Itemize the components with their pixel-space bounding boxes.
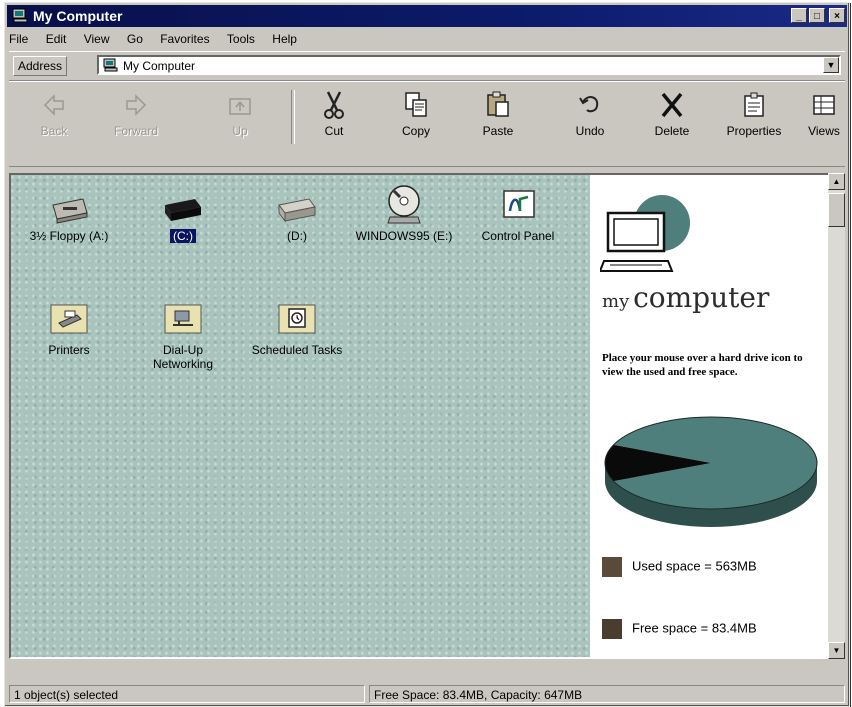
address-dropdown-button[interactable]: ▼ <box>823 57 839 73</box>
toolbar-separator <box>291 90 295 144</box>
control-panel-icon <box>503 190 535 218</box>
floppy-drive-item[interactable]: 3½ Floppy (A:) <box>19 189 119 243</box>
properties-button[interactable]: Properties <box>719 88 789 146</box>
panel-description: Place your mouse over a hard drive icon … <box>602 352 803 378</box>
menu-favorites[interactable]: Favorites <box>160 30 209 46</box>
paste-button[interactable]: Paste <box>463 88 533 146</box>
scheduled-tasks-item[interactable]: Scheduled Tasks <box>247 299 347 357</box>
status-bar: 1 object(s) selected Free Space: 83.4MB,… <box>9 683 845 703</box>
floppy-drive-icon <box>52 198 88 224</box>
my-computer-icon <box>12 8 28 23</box>
close-button[interactable]: × <box>829 8 845 23</box>
free-space-swatch <box>602 619 622 639</box>
scroll-down-button[interactable]: ▼ <box>828 642 845 659</box>
menu-bar: File Edit View Go Favorites Tools Help <box>9 30 845 50</box>
views-label: Views <box>808 124 840 138</box>
d-drive-item[interactable]: (D:) <box>247 189 347 243</box>
window-title: My Computer <box>33 8 123 24</box>
cut-button[interactable]: Cut <box>299 88 369 146</box>
used-space-swatch <box>602 557 622 577</box>
maximize-button[interactable]: □ <box>809 8 825 23</box>
status-disk-info: Free Space: 83.4MB, Capacity: 647MB <box>369 685 845 703</box>
printers-item[interactable]: Printers <box>19 299 119 357</box>
c-drive-label: (C:) <box>170 229 196 243</box>
used-space-legend: Used space = 563MB <box>602 557 757 577</box>
panel-title-big: computer <box>633 281 770 314</box>
address-bar: Address My Computer ▼ <box>9 51 845 81</box>
dialup-networking-label: Dial-Up Networking <box>152 343 214 371</box>
dialup-networking-item[interactable]: Dial-Up Networking <box>133 299 233 371</box>
back-arrow-icon <box>43 94 64 116</box>
back-label: Back <box>40 124 68 138</box>
my-computer-window: My Computer _ □ × File Edit View Go Favo… <box>4 2 850 707</box>
hard-drive-icon <box>165 199 201 221</box>
up-folder-icon <box>229 98 251 115</box>
back-button[interactable]: Back <box>19 88 89 146</box>
minimize-button[interactable]: _ <box>791 8 807 23</box>
address-field[interactable]: My Computer ▼ <box>97 55 841 75</box>
d-drive-label: (D:) <box>287 229 307 243</box>
menu-go[interactable]: Go <box>127 30 143 46</box>
info-panel: my computer Place your mouse over a hard… <box>590 175 828 657</box>
panel-title: my computer <box>602 281 769 314</box>
free-space-legend: Free space = 83.4MB <box>602 619 757 639</box>
c-drive-item[interactable]: (C:) <box>133 189 233 243</box>
printer-folder-icon <box>50 304 88 334</box>
cd-drive-item[interactable]: WINDOWS95 (E:) <box>349 183 459 243</box>
copy-icon <box>405 92 427 117</box>
copy-label: Copy <box>401 124 430 138</box>
control-panel-label: Control Panel <box>481 229 555 243</box>
hard-drive-icon <box>278 198 316 223</box>
up-button[interactable]: Up <box>205 88 275 146</box>
paste-icon <box>487 91 509 117</box>
control-panel-item[interactable]: Control Panel <box>463 185 573 243</box>
views-icon <box>813 95 835 115</box>
cd-rom-icon <box>387 185 421 224</box>
menu-edit[interactable]: Edit <box>46 30 67 46</box>
delete-label: Delete <box>654 124 690 138</box>
status-selection: 1 object(s) selected <box>9 685 365 703</box>
views-button[interactable]: Views <box>799 88 849 146</box>
properties-label: Properties <box>726 124 782 138</box>
title-bar[interactable]: My Computer _ □ × <box>7 5 847 27</box>
icon-view[interactable]: 3½ Floppy (A:) (C:) (D:) WINDOWS95 (E:) … <box>11 175 590 657</box>
my-computer-icon <box>103 58 118 72</box>
address-label: Address <box>13 56 68 76</box>
dialup-folder-icon <box>164 304 202 334</box>
delete-x-icon <box>661 92 683 118</box>
menu-tools[interactable]: Tools <box>227 30 255 46</box>
up-label: Up <box>232 124 248 138</box>
forward-arrow-icon <box>126 94 147 116</box>
cd-drive-label: WINDOWS95 (E:) <box>355 229 453 243</box>
content-area: 3½ Floppy (A:) (C:) (D:) WINDOWS95 (E:) … <box>9 173 832 659</box>
disk-usage-pie-chart <box>604 416 818 527</box>
vertical-scrollbar[interactable]: ▲ ▼ <box>828 173 845 659</box>
scroll-thumb[interactable] <box>828 193 845 227</box>
properties-icon <box>744 92 764 117</box>
undo-icon <box>579 96 599 113</box>
delete-button[interactable]: Delete <box>637 88 707 146</box>
menu-help[interactable]: Help <box>272 30 297 46</box>
forward-label: Forward <box>113 124 158 138</box>
used-space-label: Used space = 563MB <box>632 558 757 574</box>
scheduled-tasks-icon <box>278 304 316 334</box>
menu-file[interactable]: File <box>9 30 28 46</box>
forward-button[interactable]: Forward <box>101 88 171 146</box>
undo-label: Undo <box>575 124 605 138</box>
undo-button[interactable]: Undo <box>555 88 625 146</box>
free-space-label: Free space = 83.4MB <box>632 620 757 636</box>
printers-label: Printers <box>48 343 90 357</box>
address-value: My Computer <box>123 59 196 73</box>
scheduled-tasks-label: Scheduled Tasks <box>251 343 343 357</box>
toolbar: Back Forward Up Cut Copy Paste Undo Dele… <box>9 81 845 167</box>
computer-illustration-icon <box>600 195 690 272</box>
panel-title-small: my <box>602 291 630 312</box>
cut-label: Cut <box>324 124 344 138</box>
menu-view[interactable]: View <box>84 30 110 46</box>
paste-label: Paste <box>482 124 514 138</box>
floppy-drive-label: 3½ Floppy (A:) <box>29 229 109 243</box>
scroll-up-button[interactable]: ▲ <box>828 173 845 190</box>
copy-button[interactable]: Copy <box>381 88 451 146</box>
scissors-icon <box>324 91 344 119</box>
